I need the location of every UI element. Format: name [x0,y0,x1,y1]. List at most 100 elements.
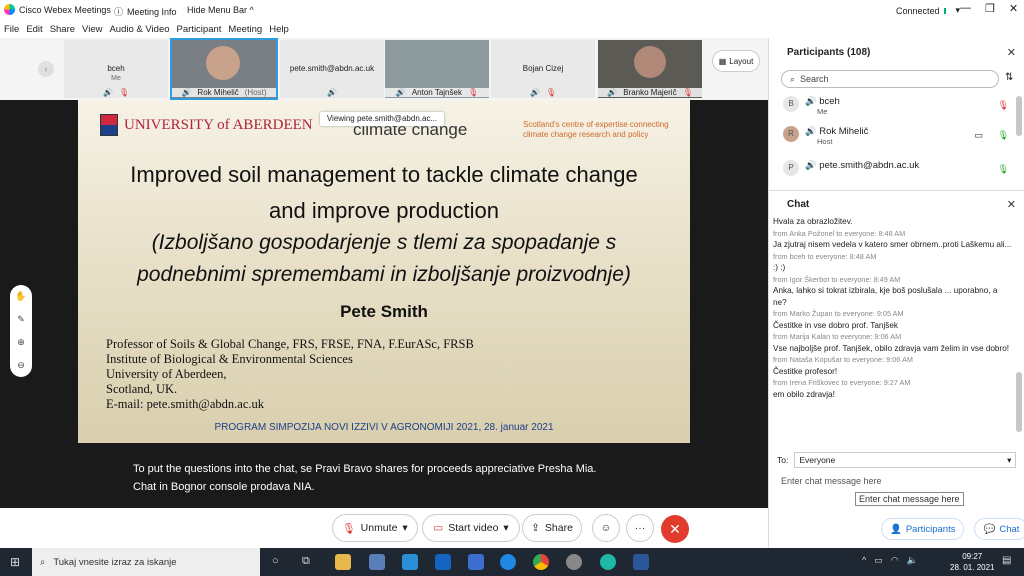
recipient-select[interactable]: Everyone ▾ [794,452,1017,468]
taskbar-search-input[interactable]: ⌕ Tukaj vnesite izraz za iskanje [32,548,260,576]
start-video-button[interactable]: ▭ Start video ▾ [422,514,520,542]
chat-message: Čestitke in vse dobro prof. Tanjšek [773,320,898,330]
taskbar-search-placeholder: Tukaj vnesite izraz za iskanje [53,556,177,568]
slide-title-line2: and improve production [269,198,499,223]
participant-row[interactable]: R 🔊 Rok Mihelič Host ▭ 🎙 [783,126,1019,152]
chevron-down-icon: ▾ [503,522,509,534]
chrome-icon[interactable] [533,554,549,570]
participants-tab-label: Participants [905,523,956,535]
audio-icon: 🔊 [327,88,337,97]
outlook-icon[interactable] [435,554,451,570]
muted-mic-icon: 🎙 [997,100,1009,110]
affiliation-line: University of Aberdeen, [106,367,227,381]
menu-file[interactable]: File [4,24,19,35]
share-button[interactable]: ⇪ Share [522,514,582,542]
audio-icon: 🔊 [607,88,618,97]
meeting-info-button[interactable]: ⓘ Meeting Info [114,5,177,18]
close-participants-icon[interactable]: ✕ [1007,46,1016,59]
cortana-icon[interactable]: ○ [272,555,279,567]
video-tile[interactable]: 🔊 Rok Mihelič (Host) [170,38,278,100]
layout-button[interactable]: ▦ Layout [712,50,760,72]
participants-header: Participants (108) [787,47,871,58]
chat-input-tooltip: Enter chat message here [855,492,964,506]
menu-share[interactable]: Share [50,24,75,35]
webex-taskbar-icon[interactable] [600,554,616,570]
participants-scrollbar[interactable] [1016,96,1022,136]
muted-mic-icon: 🎙 [467,88,479,97]
reactions-button[interactable]: ☺ [592,514,620,542]
edge-new-icon[interactable] [500,554,516,570]
menu-view[interactable]: View [82,24,102,35]
taskbar-clock[interactable]: 09:27 28. 01. 2021 [950,551,994,573]
video-tile[interactable]: 🔊 Anton Tajnšek 🎙 [385,40,489,98]
tile-name: Bojan Cizej [522,64,564,73]
network-icon[interactable]: ▭ [874,555,883,566]
prev-page-icon[interactable]: ‹ [38,61,54,77]
mail-icon[interactable] [468,554,484,570]
minimize-button[interactable]: — [960,2,971,15]
more-options-button[interactable]: ··· [626,514,654,542]
zoom-in-icon[interactable]: ⊕ [17,337,25,348]
chat-input[interactable]: Enter chat message here [781,476,882,486]
close-window-button[interactable]: ✕ [1009,2,1018,15]
zoom-out-icon[interactable]: ⊖ [17,360,25,371]
leave-meeting-button[interactable]: ✕ [661,515,689,543]
video-icon: ▭ [974,130,983,140]
participant-row[interactable]: B 🔊 bceh Me 🎙 [783,96,1019,122]
participants-tab[interactable]: 👤 Participants [881,518,965,540]
annotate-icon[interactable]: ✎ [17,314,25,325]
tile-name: Anton Tajnšek [411,88,462,97]
video-tile[interactable]: pete.smith@abdn.ac.uk 🔊 [280,40,384,98]
audio-icon: 🔊 [805,126,817,136]
chat-log: Hvala za obrazložitev. from Anka Požonel… [773,216,1013,440]
notifications-icon[interactable]: ▤ [1002,555,1011,566]
edge-icon[interactable] [402,554,418,570]
unmute-button[interactable]: 🎙 Unmute ▾ [332,514,418,542]
participant-name: Rok Mihelič [819,126,869,137]
hide-menu-bar-button[interactable]: Hide Menu Bar ^ [187,5,254,15]
chat-scrollbar[interactable] [1016,372,1022,432]
store-icon[interactable] [369,554,385,570]
tile-name: bceh [107,64,125,73]
word-icon[interactable] [633,554,649,570]
chat-sender: from Irena Friškovec to everyone: 9:27 A… [773,378,911,387]
menu-help[interactable]: Help [269,24,289,35]
volume-icon[interactable]: 🔈 [907,555,918,566]
info-icon: ⓘ [114,7,124,17]
task-view-icon[interactable]: ⧉ [302,555,310,568]
video-tile[interactable]: Bojan Cizej 🔊 🎙 [491,40,595,98]
file-explorer-icon[interactable] [335,554,351,570]
close-chat-icon[interactable]: ✕ [1007,198,1016,211]
tile-name: Rok Mihelič [197,88,239,97]
more-icon: ··· [634,522,646,534]
clock-date: 28. 01. 2021 [950,563,995,572]
divider [769,190,1024,191]
windows-start-icon[interactable]: ⊞ [10,555,20,569]
shared-slide: UNIVERSITY of ABERDEEN climate change Sc… [78,100,690,443]
chat-message: Hvala za obrazložitev. [773,217,853,226]
tile-sub: Me [111,75,121,82]
wifi-icon[interactable]: ◠ [891,555,899,566]
affiliation-line: E-mail: pete.smith@abdn.ac.uk [106,397,264,411]
audio-icon: 🔊 [102,88,113,97]
menu-participant[interactable]: Participant [177,24,222,35]
sort-icon[interactable]: ⇅ [1005,72,1013,83]
participant-row[interactable]: P 🔊 pete.smith@abdn.ac.uk 🎙 [783,160,1019,186]
pan-icon[interactable]: ✋ [15,291,26,302]
video-tile[interactable]: 🔊 Branko Majerič 🎙 [598,40,702,98]
audio-icon: 🔊 [181,88,192,97]
participant-search-input[interactable]: ⌕ Search [781,70,999,88]
menu-meeting[interactable]: Meeting [228,24,262,35]
climate-tagline: Scotland's centre of expertise connectin… [523,120,669,139]
app-icon[interactable] [566,554,582,570]
menu-edit[interactable]: Edit [26,24,42,35]
connection-status[interactable]: Connected ▾ [896,5,960,16]
chat-tab[interactable]: 💬 Chat [974,518,1024,540]
chevron-down-icon: ▾ [1007,455,1012,465]
video-tile[interactable]: bceh Me 🔊 🎙 [64,40,168,98]
crest-icon [100,114,118,136]
maximize-button[interactable]: ❐ [985,2,995,15]
tray-up-icon[interactable]: ^ [862,555,866,566]
audio-icon: 🔊 [805,160,817,170]
menu-audio-video[interactable]: Audio & Video [109,24,169,35]
